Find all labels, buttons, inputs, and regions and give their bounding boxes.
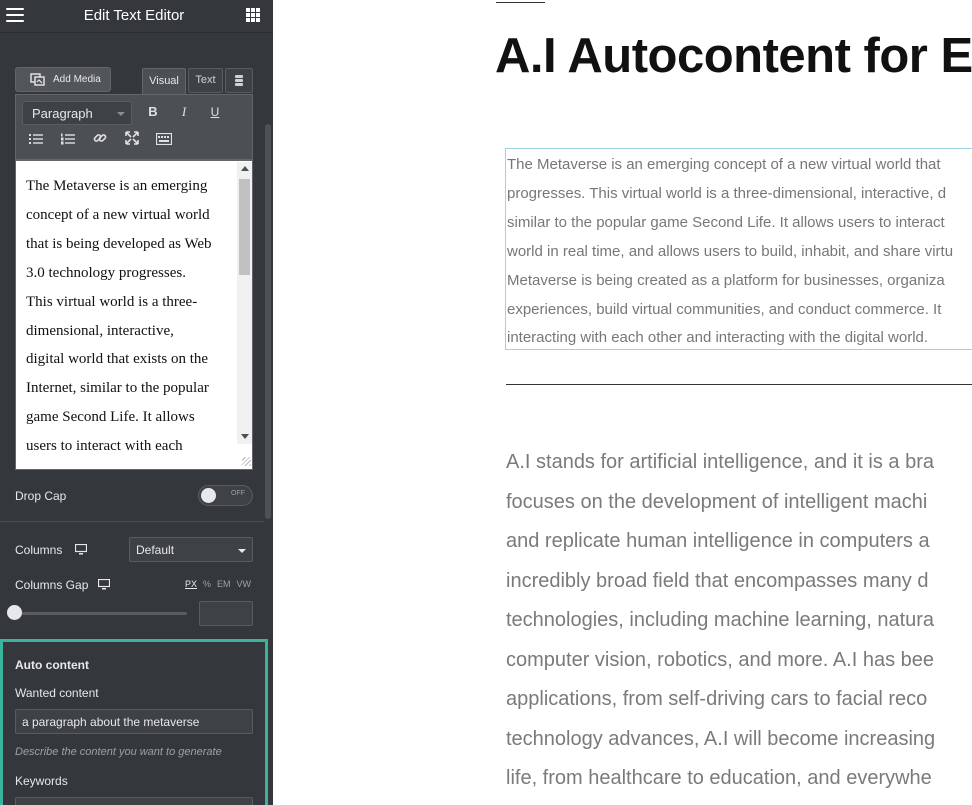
tab-visual[interactable]: Visual bbox=[142, 68, 186, 95]
editor-line: The Metaverse is an emerging bbox=[26, 178, 208, 194]
editor-line: that is being developed as Web bbox=[26, 235, 212, 252]
chevron-down-icon bbox=[117, 112, 125, 116]
widget-line: interacting with each other and interact… bbox=[507, 329, 929, 347]
ai-line: incredibly broad field that encompasses … bbox=[506, 569, 929, 592]
ai-line: and replicate human intelligence in comp… bbox=[506, 530, 930, 552]
columns-gap-input[interactable] bbox=[199, 601, 253, 626]
keyboard-icon bbox=[155, 132, 173, 146]
editor-line: game Second Life. It allows bbox=[26, 409, 195, 426]
format-select[interactable]: Paragraph bbox=[22, 101, 132, 125]
keywords-label: Keywords bbox=[15, 774, 68, 788]
editor-line: 3.0 technology progresses. bbox=[26, 264, 186, 281]
panel-title: Edit Text Editor bbox=[83, 7, 185, 24]
bullet-list-icon bbox=[29, 134, 43, 144]
toggle-state-label: OFF bbox=[231, 490, 245, 497]
drop-cap-label: Drop Cap bbox=[15, 489, 67, 503]
text-editor-area[interactable]: The Metaverse is an emerging concept of … bbox=[15, 160, 253, 470]
columns-gap-slider[interactable] bbox=[15, 612, 187, 615]
editor-toolbar: Paragraph B I U bbox=[15, 94, 253, 160]
scroll-up-arrow-icon[interactable] bbox=[241, 166, 249, 171]
editor-line: dimensional, interactive, bbox=[26, 322, 174, 339]
link-button[interactable] bbox=[89, 130, 111, 152]
auto-content-title: Auto content bbox=[15, 658, 89, 672]
toolbar-toggle-button[interactable] bbox=[153, 130, 175, 152]
widget-line: experiences, build virtual communities, … bbox=[507, 300, 942, 318]
editor-line: concept of a new virtual world bbox=[26, 206, 210, 223]
widget-text: The Metaverse is an emerging concept of … bbox=[507, 151, 972, 349]
columns-gap-label: Columns Gap bbox=[15, 578, 89, 592]
content-divider bbox=[506, 384, 972, 385]
scroll-down-arrow-icon[interactable] bbox=[241, 434, 249, 439]
widget-line: The Metaverse is an emerging concept of … bbox=[507, 156, 941, 173]
fullscreen-icon bbox=[125, 131, 139, 145]
editor-line: digital world that exists on the bbox=[26, 351, 209, 368]
columns-label: Columns bbox=[15, 543, 63, 557]
wanted-content-input[interactable]: a paragraph about the metaverse bbox=[15, 709, 253, 734]
underline-button[interactable]: U bbox=[204, 101, 226, 123]
panel-header: Edit Text Editor bbox=[0, 0, 273, 33]
ai-paragraph[interactable]: A.I stands for artificial intelligence, … bbox=[506, 443, 972, 799]
wanted-content-help: Describe the content you want to generat… bbox=[15, 746, 222, 758]
editor-line: This virtual world is a three- bbox=[26, 293, 198, 310]
toggle-knob bbox=[201, 488, 216, 503]
preview-canvas: A.I Autocontent for El The Metaverse is … bbox=[273, 0, 972, 805]
chevron-down-icon bbox=[238, 549, 246, 553]
top-divider bbox=[496, 2, 545, 3]
ai-line: focuses on the development of intelligen… bbox=[506, 490, 928, 513]
format-select-value: Paragraph bbox=[32, 106, 93, 121]
columns-select[interactable]: Default bbox=[129, 537, 253, 562]
editor-line: Internet, similar to the popular bbox=[26, 380, 209, 397]
unit-em[interactable]: EM bbox=[217, 579, 231, 589]
unit-switcher: PX% EM VW bbox=[185, 579, 251, 589]
columns-gap-slider-handle[interactable] bbox=[7, 605, 22, 620]
database-tab[interactable] bbox=[225, 68, 253, 93]
wanted-content-label: Wanted content bbox=[15, 686, 99, 700]
fullscreen-button[interactable] bbox=[121, 130, 143, 152]
ai-line: A.I stands for artificial intelligence, … bbox=[506, 451, 934, 473]
widget-line: Metaverse is being created as a platform… bbox=[507, 271, 945, 289]
editor-content[interactable]: The Metaverse is an emerging concept of … bbox=[26, 172, 238, 461]
database-icon bbox=[235, 75, 243, 86]
add-media-icon bbox=[30, 73, 45, 86]
panel-scrollbar-thumb[interactable] bbox=[265, 124, 271, 519]
unit-percent[interactable]: % bbox=[203, 579, 211, 589]
add-media-button[interactable]: Add Media bbox=[15, 67, 111, 92]
unit-vw[interactable]: VW bbox=[237, 579, 252, 589]
keywords-input[interactable]: web 3.0 second life bbox=[15, 797, 253, 805]
widget-line: similar to the popular game Second Life.… bbox=[507, 213, 945, 231]
editor-panel: Edit Text Editor Add Media Visual Text P… bbox=[0, 0, 273, 805]
link-icon bbox=[93, 134, 107, 142]
numbered-list-button[interactable] bbox=[57, 130, 79, 152]
widgets-grid-icon[interactable] bbox=[246, 8, 260, 22]
ai-line: life, from healthcare to education, and … bbox=[506, 767, 932, 789]
ai-line: computer vision, robotics, and more. A.I… bbox=[506, 648, 934, 671]
drop-cap-toggle[interactable]: OFF bbox=[198, 485, 253, 506]
widget-line: progresses. This virtual world is a thre… bbox=[507, 184, 947, 202]
desktop-monitor-icon[interactable] bbox=[75, 544, 87, 555]
resize-handle-icon[interactable] bbox=[242, 457, 251, 466]
auto-content-section: Auto content Wanted content a paragraph … bbox=[0, 639, 268, 805]
section-divider bbox=[0, 521, 264, 522]
editor-scrollbar[interactable] bbox=[237, 162, 252, 444]
bold-button[interactable]: B bbox=[142, 101, 164, 123]
unit-px[interactable]: PX bbox=[185, 579, 197, 589]
ai-line: technology advances, A.I will become inc… bbox=[506, 727, 936, 750]
italic-button[interactable]: I bbox=[173, 101, 195, 123]
ai-line: technologies, including machine learning… bbox=[506, 609, 935, 631]
widget-line: world in real time, and allows users to … bbox=[507, 242, 954, 260]
numbered-list-icon bbox=[61, 133, 75, 145]
bullet-list-button[interactable] bbox=[25, 130, 47, 152]
ai-line: applications, from self-driving cars to … bbox=[506, 688, 928, 710]
desktop-monitor-icon[interactable] bbox=[98, 579, 110, 590]
page-title[interactable]: A.I Autocontent for El bbox=[495, 28, 972, 84]
columns-select-value: Default bbox=[136, 543, 175, 557]
add-media-label: Add Media bbox=[53, 74, 101, 85]
tab-text[interactable]: Text bbox=[188, 68, 223, 93]
text-editor-widget[interactable]: The Metaverse is an emerging concept of … bbox=[505, 148, 972, 350]
editor-scrollbar-thumb[interactable] bbox=[239, 179, 250, 275]
editor-line: users to interact with each bbox=[26, 438, 183, 455]
